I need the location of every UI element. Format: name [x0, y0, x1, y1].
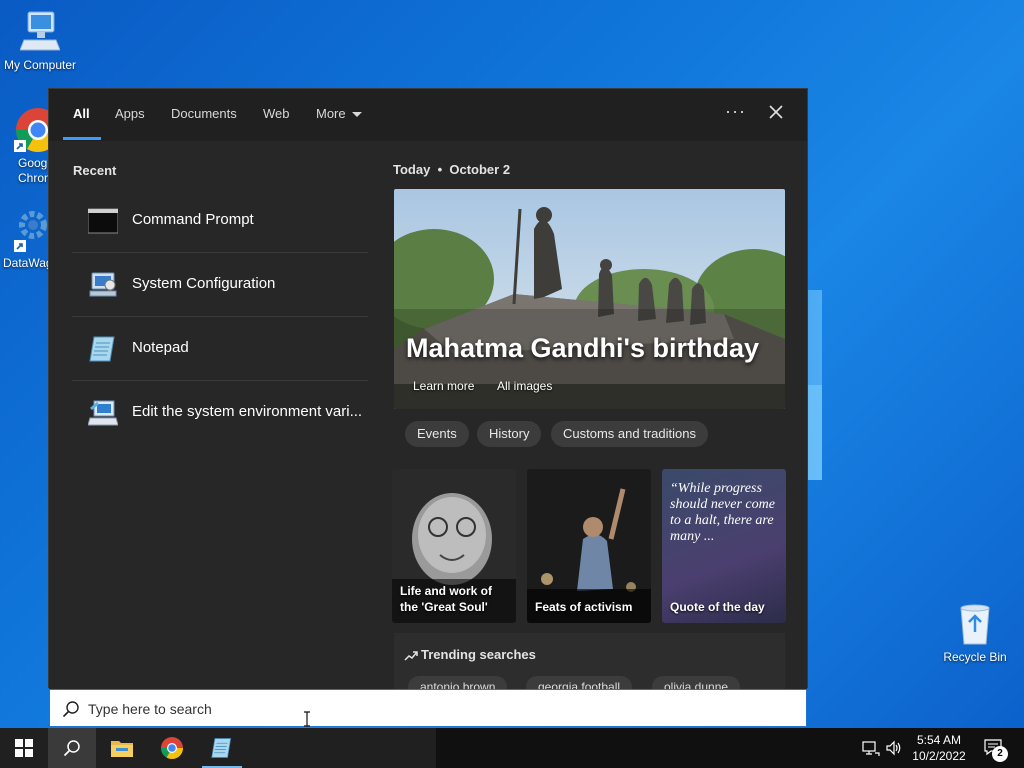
tab-more-label: More — [316, 106, 346, 121]
search-tabs: All Apps Documents Web More ··· — [49, 89, 807, 140]
tab-web[interactable]: Web — [263, 106, 290, 121]
hero-title: Mahatma Gandhi's birthday — [406, 333, 759, 363]
search-input[interactable] — [88, 698, 768, 720]
recent-item-command-prompt[interactable]: Command Prompt — [72, 189, 368, 253]
desktop-icon-label: Goog Chron — [18, 156, 51, 185]
today-heading: Today • October 2 — [393, 162, 510, 177]
mouse-text-cursor-icon — [304, 711, 310, 727]
desktop-icon-label: Recycle Bin — [943, 650, 1007, 664]
clock-date: 10/2/2022 — [912, 749, 966, 763]
chrome-icon — [161, 737, 183, 759]
system-configuration-icon — [89, 272, 117, 297]
desktop-icon-recycle-bin[interactable]: Recycle Bin — [935, 602, 1015, 664]
today-label: Today — [393, 162, 431, 177]
pill-events[interactable]: Events — [405, 421, 469, 447]
search-icon — [62, 701, 79, 718]
search-icon — [63, 740, 80, 757]
trending-title: Trending searches — [421, 647, 536, 662]
active-tab-indicator — [63, 137, 101, 140]
heading-separator: • — [437, 162, 443, 177]
recent-item-label: Command Prompt — [132, 211, 254, 228]
card-label: Life and work of the 'Great Soul' — [400, 584, 493, 614]
desktop-icon-google-chrome[interactable]: Goog Chron — [0, 104, 60, 194]
card-feats-of-activism[interactable]: Feats of activism — [527, 469, 651, 623]
recent-item-system-configuration[interactable]: System Configuration — [72, 253, 368, 317]
shortcut-arrow-icon — [14, 140, 26, 152]
recycle-bin-icon — [960, 604, 990, 645]
pill-history[interactable]: History — [477, 421, 542, 447]
recent-item-label: Edit the system environment vari... — [132, 403, 363, 420]
hero-image — [394, 189, 785, 409]
notepad-icon — [89, 336, 115, 362]
desktop-icon-my-computer[interactable]: My Computer — [0, 10, 80, 72]
system-clock[interactable]: 5:54 AM 10/2/2022 — [908, 732, 970, 764]
card-quote-of-the-day[interactable]: “While progress should never come to a h… — [662, 469, 786, 623]
all-images-link[interactable]: All images — [497, 379, 552, 393]
recent-item-label: System Configuration — [132, 275, 276, 292]
trending-arrow-icon — [404, 650, 418, 661]
clock-time: 5:54 AM — [916, 733, 962, 747]
search-panel: All Apps Documents Web More ··· Recent C… — [48, 88, 808, 693]
notepad-icon — [211, 738, 232, 758]
command-prompt-icon — [88, 208, 118, 234]
card-label: Quote of the day — [670, 600, 765, 614]
tab-apps[interactable]: Apps — [115, 106, 145, 121]
tab-all[interactable]: All — [73, 106, 90, 121]
taskbar: 5:54 AM 10/2/2022 2 — [0, 728, 1024, 768]
learn-more-link[interactable]: Learn more — [413, 379, 474, 393]
close-icon[interactable] — [767, 103, 785, 121]
shortcut-arrow-icon — [14, 240, 26, 252]
recent-item-label: Notepad — [132, 339, 189, 356]
taskbar-file-explorer[interactable] — [98, 728, 146, 768]
folder-icon — [111, 741, 133, 757]
recent-item-notepad[interactable]: Notepad — [72, 317, 368, 381]
notification-count-badge: 2 — [992, 746, 1008, 762]
pill-customs-and-traditions[interactable]: Customs and traditions — [551, 421, 708, 447]
system-properties-icon — [88, 400, 118, 426]
desktop-icon-datawag[interactable]: DataWag — [0, 206, 53, 276]
card-label: Feats of activism — [535, 600, 633, 614]
recent-item-environment-variables[interactable]: Edit the system environment vari... — [72, 381, 368, 445]
gear-icon — [19, 211, 47, 239]
volume-icon[interactable] — [885, 739, 903, 757]
network-icon[interactable] — [862, 739, 880, 757]
desktop-icon-label: DataWag — [3, 256, 53, 270]
desktop-icon-label: My Computer — [3, 58, 77, 72]
taskbar-search-button[interactable] — [48, 728, 96, 768]
today-date: October 2 — [449, 162, 511, 177]
more-options-button[interactable]: ··· — [725, 101, 746, 122]
trending-heading: Trending searches — [404, 647, 536, 662]
search-box[interactable] — [49, 689, 807, 727]
quote-text: “While progress should never come to a h… — [670, 481, 775, 544]
hero-card-gandhi-birthday[interactable]: Mahatma Gandhi's birthday Learn more All… — [394, 189, 785, 409]
windows-logo-icon — [15, 739, 33, 757]
start-button[interactable] — [0, 728, 48, 768]
tab-documents[interactable]: Documents — [171, 106, 237, 121]
tab-more[interactable]: More — [316, 106, 362, 121]
taskbar-google-chrome[interactable] — [148, 728, 196, 768]
recent-heading: Recent — [73, 163, 117, 178]
taskbar-notepad[interactable] — [198, 728, 246, 768]
card-life-and-work[interactable]: Life and work of the 'Great Soul' — [392, 469, 516, 623]
caret-down-icon — [351, 112, 362, 118]
computer-icon — [20, 11, 60, 51]
